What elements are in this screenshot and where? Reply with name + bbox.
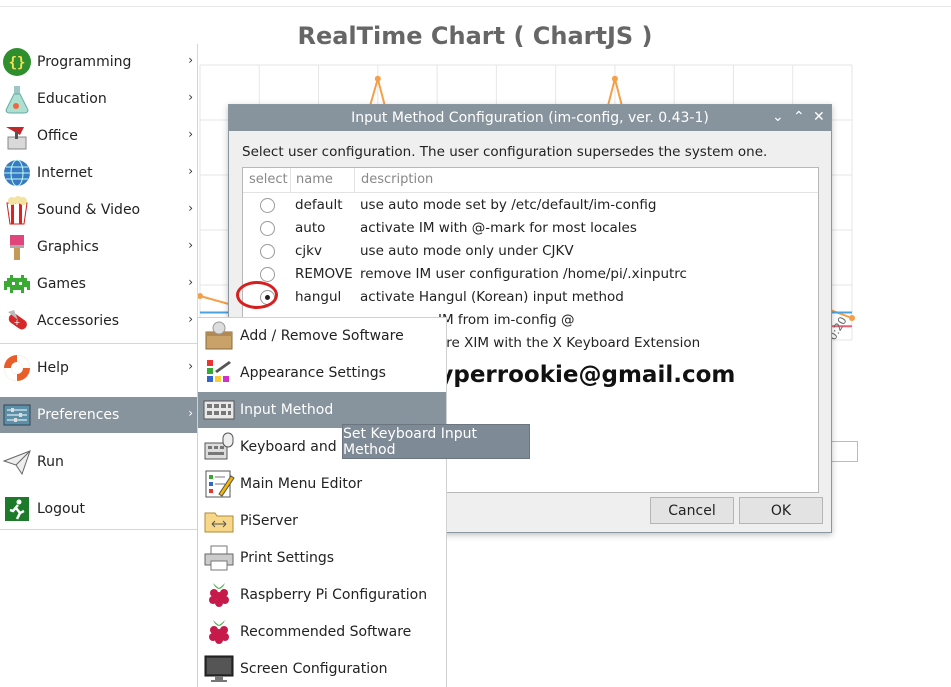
dialog-title: Input Method Configuration (im-config, v… <box>351 110 709 126</box>
chevron-right-icon: › <box>188 238 193 252</box>
top-strip <box>0 0 951 7</box>
chevron-right-icon: › <box>188 164 193 178</box>
chevron-right-icon: › <box>188 359 193 373</box>
minimize-icon[interactable]: ⌄ <box>772 109 784 125</box>
chevron-right-icon: › <box>188 201 193 215</box>
lifebuoy-icon <box>1 352 33 384</box>
menu-item-help[interactable]: Help › <box>0 350 197 386</box>
data-point <box>374 75 381 82</box>
menu-item-programming[interactable]: {} Programming › <box>0 44 197 80</box>
preferences-submenu: Add / Remove Software Appearance Setting… <box>197 317 447 687</box>
list-row-auto[interactable]: auto activate IM with @-mark for most lo… <box>243 217 818 240</box>
chevron-right-icon: › <box>188 312 193 326</box>
monitor-icon <box>203 653 235 685</box>
menu-item-games[interactable]: Games › <box>0 266 197 302</box>
code-braces-icon: {} <box>1 46 33 78</box>
list-row-cjkv[interactable]: cjkv use auto mode only under CJKV <box>243 240 818 263</box>
dialog-titlebar[interactable]: Input Method Configuration (im-config, v… <box>229 105 831 131</box>
globe-icon <box>1 157 33 189</box>
paintbrush-icon <box>1 231 33 263</box>
column-name[interactable]: name <box>296 172 333 187</box>
dialog-description: Select user configuration. The user conf… <box>242 144 768 160</box>
radio-button[interactable] <box>260 244 275 259</box>
office-icon <box>1 120 33 152</box>
red-circle-annotation <box>236 281 278 309</box>
keyboard-grid-icon <box>203 394 235 426</box>
palette-icon <box>203 357 235 389</box>
package-icon <box>203 320 235 352</box>
list-row-remove[interactable]: REMOVE remove IM user configuration /hom… <box>243 263 818 286</box>
submenu-item-raspberry-pi-configuration[interactable]: Raspberry Pi Configuration <box>198 577 446 613</box>
email-overlay-text: hyperrookie@gmail.com <box>422 362 736 388</box>
printer-icon <box>203 542 235 574</box>
data-point <box>849 315 855 321</box>
submenu-item-main-menu-editor[interactable]: Main Menu Editor <box>198 466 446 502</box>
menu-editor-icon <box>203 468 235 500</box>
flask-icon <box>1 83 33 115</box>
svg-text:+: + <box>14 318 21 327</box>
folder-network-icon <box>203 505 235 537</box>
menu-item-preferences[interactable]: Preferences › <box>0 397 197 433</box>
popcorn-icon <box>1 194 33 226</box>
chart-title: RealTime Chart ( ChartJS ) <box>297 22 653 50</box>
ok-button[interactable]: OK <box>739 497 823 524</box>
chevron-right-icon: › <box>188 406 193 420</box>
chevron-right-icon: › <box>188 53 193 67</box>
knife-icon: + <box>1 305 33 337</box>
radio-button[interactable] <box>260 198 275 213</box>
submenu-item-recommended-software[interactable]: Recommended Software <box>198 614 446 650</box>
column-description[interactable]: description <box>361 172 433 187</box>
column-select[interactable]: select <box>249 172 288 187</box>
menu-item-run[interactable]: Run <box>0 444 197 480</box>
menu-item-accessories[interactable]: + Accessories › <box>0 303 197 339</box>
chevron-right-icon: › <box>188 127 193 141</box>
close-icon[interactable]: ✕ <box>813 109 825 125</box>
maximize-icon[interactable]: ⌃ <box>793 109 805 125</box>
raspberry-icon <box>203 616 235 648</box>
menu-item-graphics[interactable]: Graphics › <box>0 229 197 265</box>
chevron-right-icon: › <box>188 90 193 104</box>
submenu-item-piserver[interactable]: PiServer <box>198 503 446 539</box>
tooltip: Set Keyboard Input Method <box>342 424 530 459</box>
sliders-icon <box>1 399 33 431</box>
submenu-item-screen-configuration[interactable]: Screen Configuration <box>198 651 446 687</box>
list-row-default[interactable]: default use auto mode set by /etc/defaul… <box>243 194 818 217</box>
exit-icon <box>1 493 33 525</box>
radio-button[interactable] <box>260 221 275 236</box>
invader-icon <box>1 268 33 300</box>
submenu-item-print-settings[interactable]: Print Settings <box>198 540 446 576</box>
cancel-button[interactable]: Cancel <box>650 497 734 524</box>
menu-item-education[interactable]: Education › <box>0 81 197 117</box>
submenu-item-add-remove-software[interactable]: Add / Remove Software <box>198 318 446 354</box>
chevron-right-icon: › <box>188 275 193 289</box>
svg-text:{}: {} <box>9 55 26 71</box>
menu-item-sound-video[interactable]: Sound & Video › <box>0 192 197 228</box>
data-point <box>611 75 618 82</box>
menu-separator <box>0 343 197 344</box>
list-header: select name description <box>243 168 818 193</box>
menu-item-logout[interactable]: Logout <box>0 491 197 527</box>
keyboard-mouse-icon <box>203 431 235 463</box>
menu-item-internet[interactable]: Internet › <box>0 155 197 191</box>
raspberry-icon <box>203 579 235 611</box>
menu-item-office[interactable]: Office › <box>0 118 197 154</box>
main-menu: {} Programming › Education › Office › In… <box>0 44 198 530</box>
submenu-item-appearance-settings[interactable]: Appearance Settings <box>198 355 446 391</box>
paper-plane-icon <box>1 446 33 478</box>
radio-button[interactable] <box>260 267 275 282</box>
submenu-item-input-method[interactable]: Input Method <box>198 392 446 428</box>
list-row-hangul[interactable]: hangul activate Hangul (Korean) input me… <box>243 286 818 309</box>
